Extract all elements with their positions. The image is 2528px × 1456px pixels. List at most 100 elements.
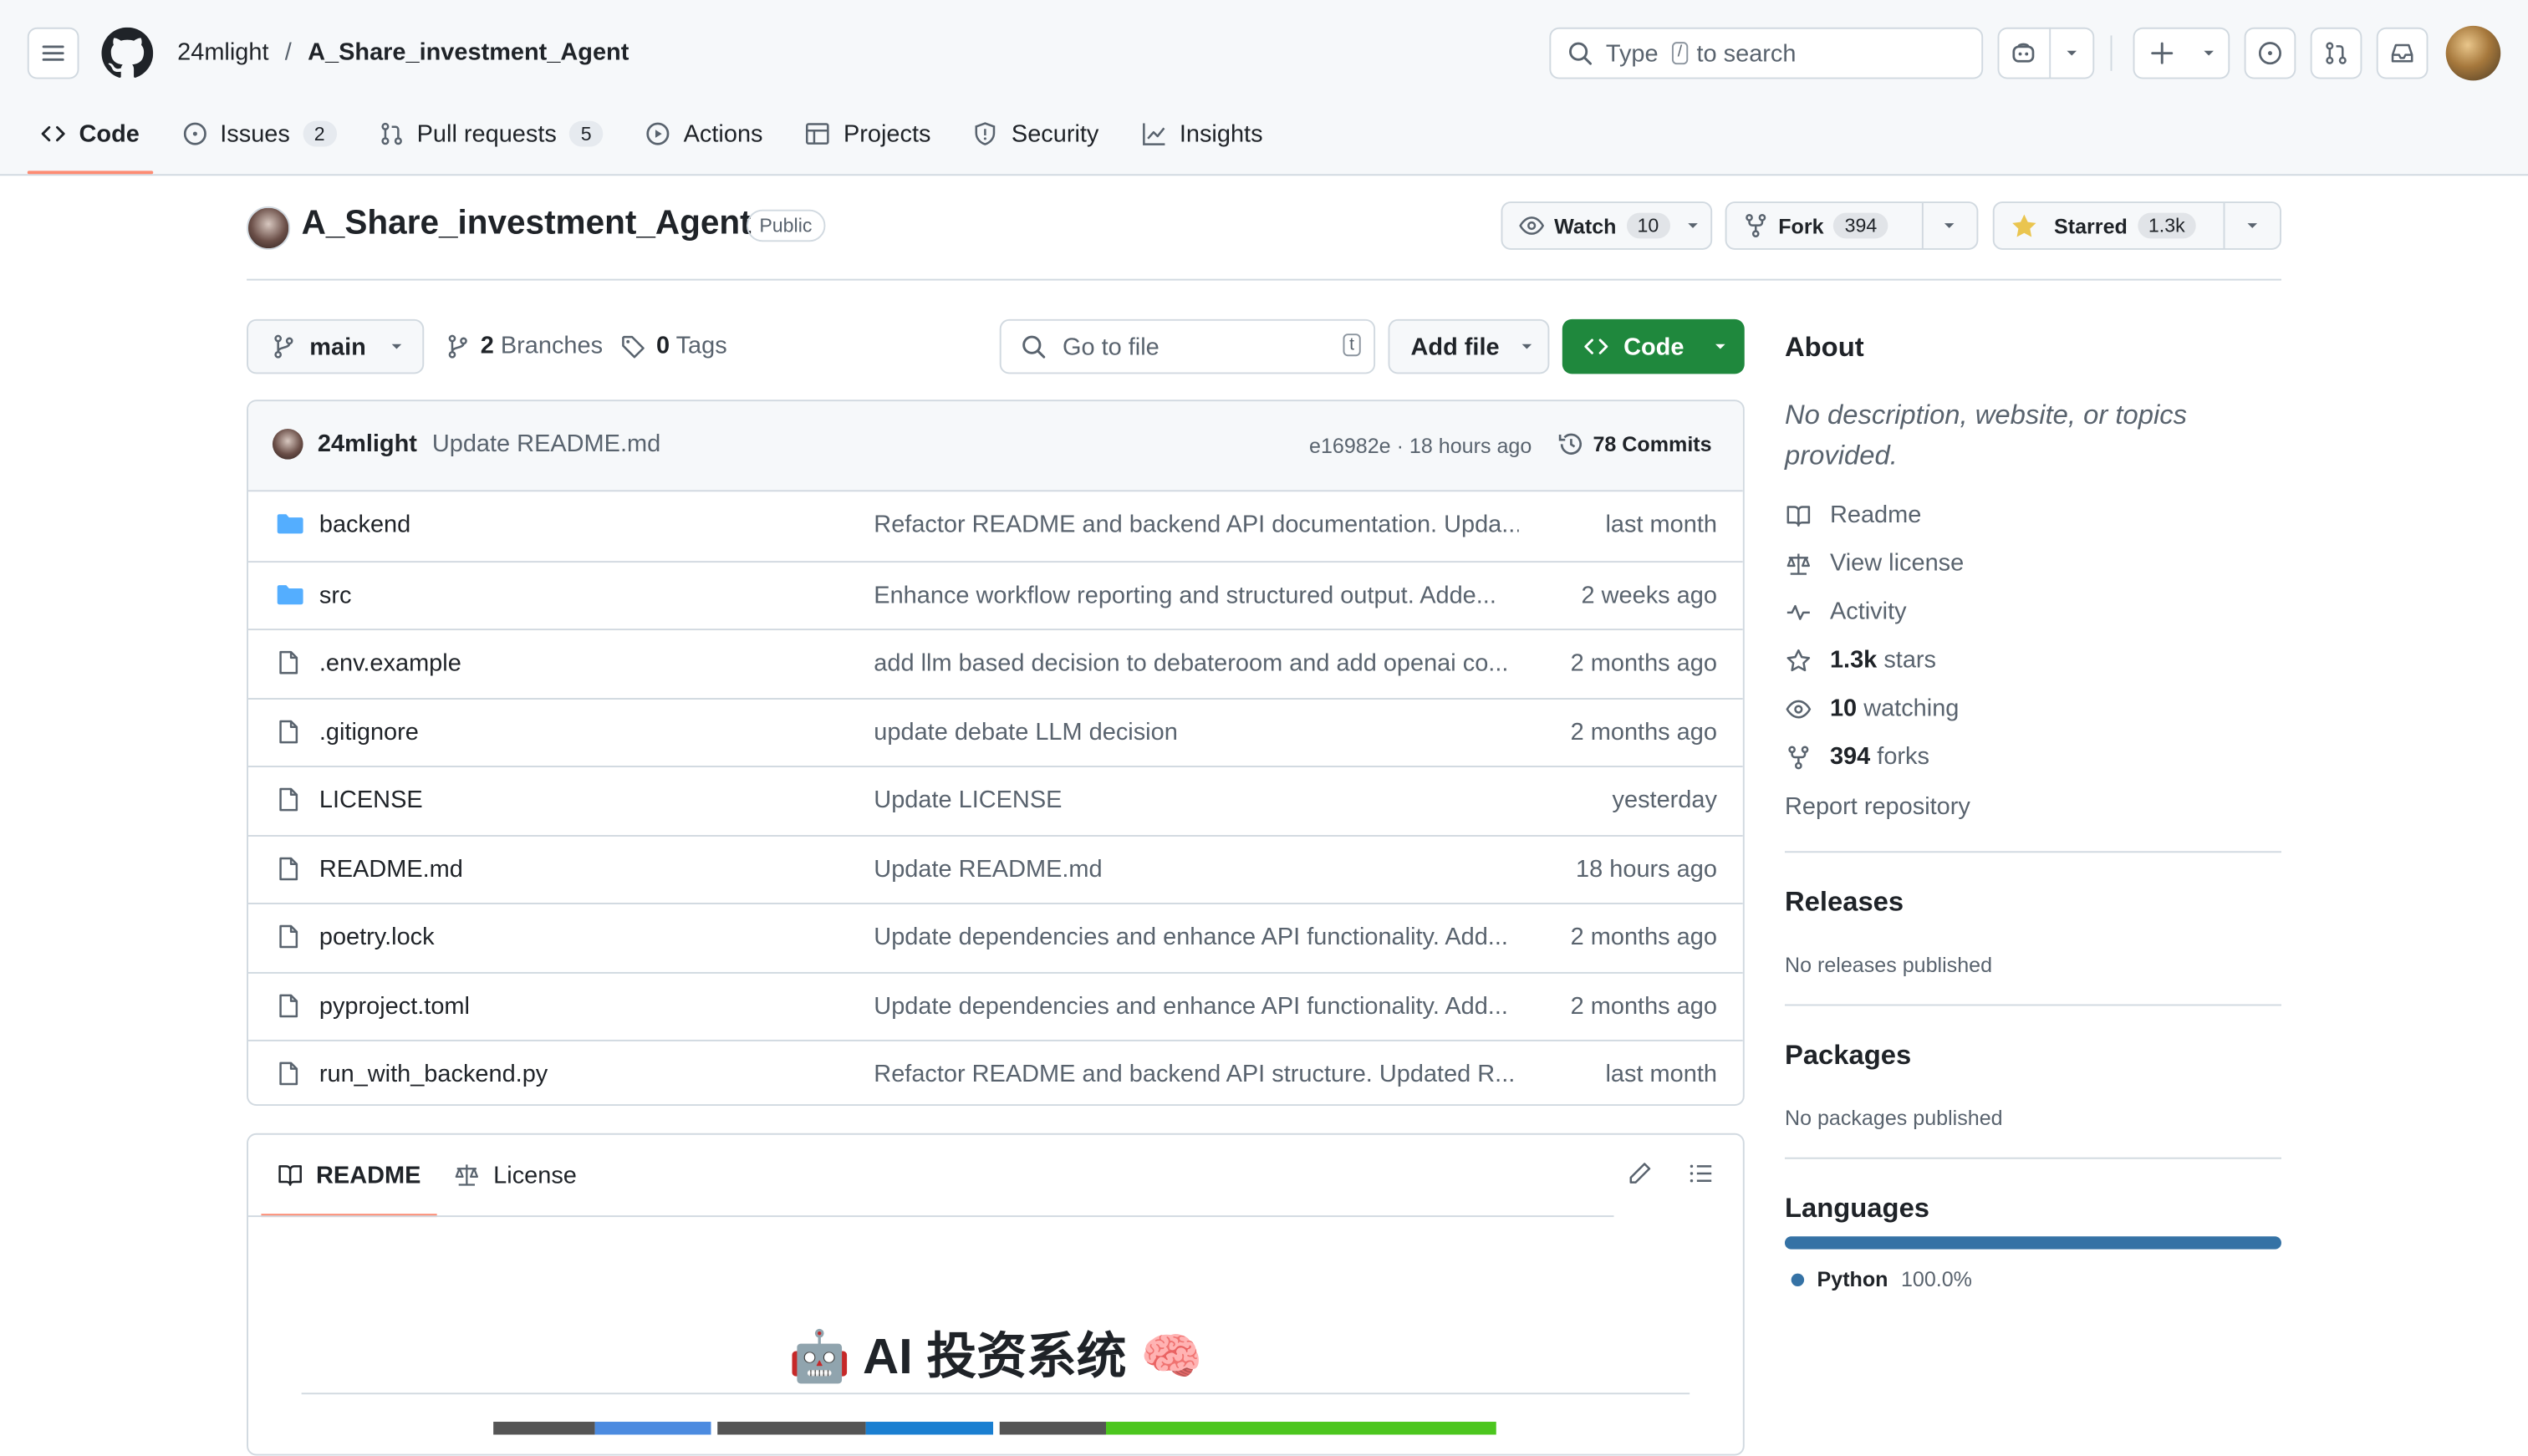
readme-link[interactable]: Readme <box>1785 501 1921 529</box>
file-row[interactable]: .env.example add llm based decision to de… <box>248 629 1743 697</box>
tag-icon <box>621 333 647 359</box>
code-button[interactable]: Code <box>1562 318 1745 374</box>
license-link[interactable]: View license <box>1785 550 1964 577</box>
copilot-button[interactable] <box>1997 27 2095 79</box>
tags-link[interactable]: 0 Tags <box>621 332 727 359</box>
repo-title[interactable]: A_Share_investment_Agent <box>302 205 752 243</box>
inbox-button[interactable] <box>2376 27 2429 79</box>
watching-link[interactable]: 10 watching <box>1785 695 1959 722</box>
user-avatar[interactable] <box>2445 25 2501 81</box>
file-icon <box>276 924 302 949</box>
code-icon <box>1583 333 1609 359</box>
file-row[interactable]: README.md Update README.md 18 hours ago <box>248 834 1743 903</box>
tab-label: Code <box>79 120 140 148</box>
file-row[interactable]: pyproject.toml Update dependencies and en… <box>248 970 1743 1040</box>
file-commit-message[interactable]: Update dependencies and enhance API func… <box>874 992 1518 1020</box>
commit-author[interactable]: 24mlight <box>318 430 417 458</box>
search-input[interactable]: Type / to search <box>1549 27 1984 79</box>
branch-selector[interactable]: main <box>247 318 425 374</box>
commits-link[interactable]: 78 Commits <box>1557 430 1712 458</box>
chevron-down-icon <box>1711 339 1727 354</box>
breadcrumb-owner[interactable]: 24mlight <box>177 38 268 66</box>
file-commit-message[interactable]: add llm based decision to debateroom and… <box>874 649 1518 677</box>
file-commit-message[interactable]: update debate LLM decision <box>874 718 1518 746</box>
activity-link[interactable]: Activity <box>1785 598 1907 625</box>
chevron-down-icon <box>1519 339 1535 354</box>
plus-icon <box>2134 42 2189 64</box>
tab-issues[interactable]: Issues 2 <box>169 106 349 161</box>
file-commit-message[interactable]: Update README.md <box>874 855 1518 883</box>
file-name[interactable]: pyproject.toml <box>319 992 470 1020</box>
github-logo-icon[interactable] <box>101 27 154 79</box>
file-name[interactable]: backend <box>319 511 410 538</box>
packages-title[interactable]: Packages <box>1785 1040 1911 1072</box>
owner-avatar[interactable] <box>247 206 291 250</box>
file-commit-message[interactable]: Update dependencies and enhance API func… <box>874 924 1518 951</box>
tab-license[interactable]: License <box>437 1135 594 1215</box>
commit-author-avatar[interactable] <box>272 429 303 460</box>
star-button[interactable]: Starred 1.3k <box>1992 201 2281 250</box>
file-commit-message[interactable]: Enhance workflow reporting and structure… <box>874 581 1518 608</box>
stars-link[interactable]: 1.3k stars <box>1785 646 1936 674</box>
file-commit-date: 2 months ago <box>1570 649 1717 678</box>
file-name[interactable]: run_with_backend.py <box>319 1061 548 1088</box>
watch-count: 10 <box>1626 212 1670 239</box>
git-pull-request-icon <box>2323 40 2349 66</box>
create-new-button[interactable] <box>2133 27 2230 79</box>
menu-button[interactable] <box>27 27 79 79</box>
file-name[interactable]: README.md <box>319 855 463 883</box>
forks-link[interactable]: 394 forks <box>1785 743 1929 771</box>
file-row[interactable]: .gitignore update debate LLM decision 2 mo… <box>248 697 1743 766</box>
pencil-icon[interactable] <box>1627 1161 1653 1187</box>
chevron-down-icon[interactable] <box>2051 45 2092 61</box>
tab-insights[interactable]: Insights <box>1128 106 1276 161</box>
file-commit-message[interactable]: Refactor README and backend API structur… <box>874 1061 1518 1088</box>
add-file-button[interactable]: Add file <box>1388 318 1550 374</box>
language-percent: 100.0% <box>1900 1266 1972 1291</box>
tab-actions[interactable]: Actions <box>632 106 776 161</box>
language-python[interactable]: Python 100.0% <box>1791 1266 1972 1291</box>
file-name[interactable]: .env.example <box>319 649 461 677</box>
pull-requests-button[interactable] <box>2310 27 2362 79</box>
tags-count: 0 <box>655 332 670 360</box>
file-name[interactable]: .gitignore <box>319 718 419 746</box>
releases-title[interactable]: Releases <box>1785 887 1904 919</box>
star-count: 1.3k <box>2137 212 2197 239</box>
readme-badges <box>493 1422 1496 1435</box>
go-to-file-input[interactable]: Go to file t <box>999 318 1376 374</box>
breadcrumb-repo[interactable]: A_Share_investment_Agent <box>308 38 629 66</box>
file-name[interactable]: poetry.lock <box>319 924 435 951</box>
tab-label: Pull requests <box>416 120 557 148</box>
list-unordered-icon[interactable] <box>1688 1161 1714 1187</box>
commit-hash-time[interactable]: e16982e · 18 hours ago <box>1309 434 1532 458</box>
branches-label: Branches <box>500 332 604 360</box>
file-icon <box>276 718 302 744</box>
file-row[interactable]: LICENSE Update LICENSE yesterday <box>248 766 1743 834</box>
report-repository-link[interactable]: Report repository <box>1785 793 1970 821</box>
file-name[interactable]: src <box>319 581 352 608</box>
badge[interactable] <box>717 1422 994 1435</box>
tab-security[interactable]: Security <box>960 106 1112 161</box>
file-commit-message[interactable]: Update LICENSE <box>874 787 1518 814</box>
file-name[interactable]: LICENSE <box>319 787 423 814</box>
commit-message[interactable]: Update README.md <box>432 430 660 458</box>
fork-button[interactable]: Fork 394 <box>1725 201 1979 250</box>
file-commit-message[interactable]: Refactor README and backend API document… <box>874 511 1518 538</box>
fork-dropdown[interactable] <box>1920 203 1977 249</box>
watch-button[interactable]: Watch 10 <box>1501 201 1713 250</box>
file-row[interactable]: poetry.lock Update dependencies and enhan… <box>248 903 1743 971</box>
code-button-label: Code <box>1623 333 1684 361</box>
badge[interactable] <box>999 1422 1496 1435</box>
branches-link[interactable]: 2 Branches <box>445 332 603 359</box>
tab-projects[interactable]: Projects <box>792 106 944 161</box>
file-row[interactable]: backend Refactor README and backend API d… <box>248 491 1743 560</box>
issues-button[interactable] <box>2244 27 2296 79</box>
file-row[interactable]: run_with_backend.py Refactor README and b… <box>248 1039 1743 1104</box>
file-row[interactable]: src Enhance workflow reporting and struct… <box>248 560 1743 629</box>
badge[interactable] <box>493 1422 711 1435</box>
star-dropdown[interactable] <box>2224 203 2280 249</box>
tab-readme[interactable]: README <box>261 1135 437 1218</box>
tab-code[interactable]: Code <box>27 106 152 175</box>
tab-pull-requests[interactable]: Pull requests 5 <box>365 106 616 161</box>
report-repository-label: Report repository <box>1784 792 1970 821</box>
